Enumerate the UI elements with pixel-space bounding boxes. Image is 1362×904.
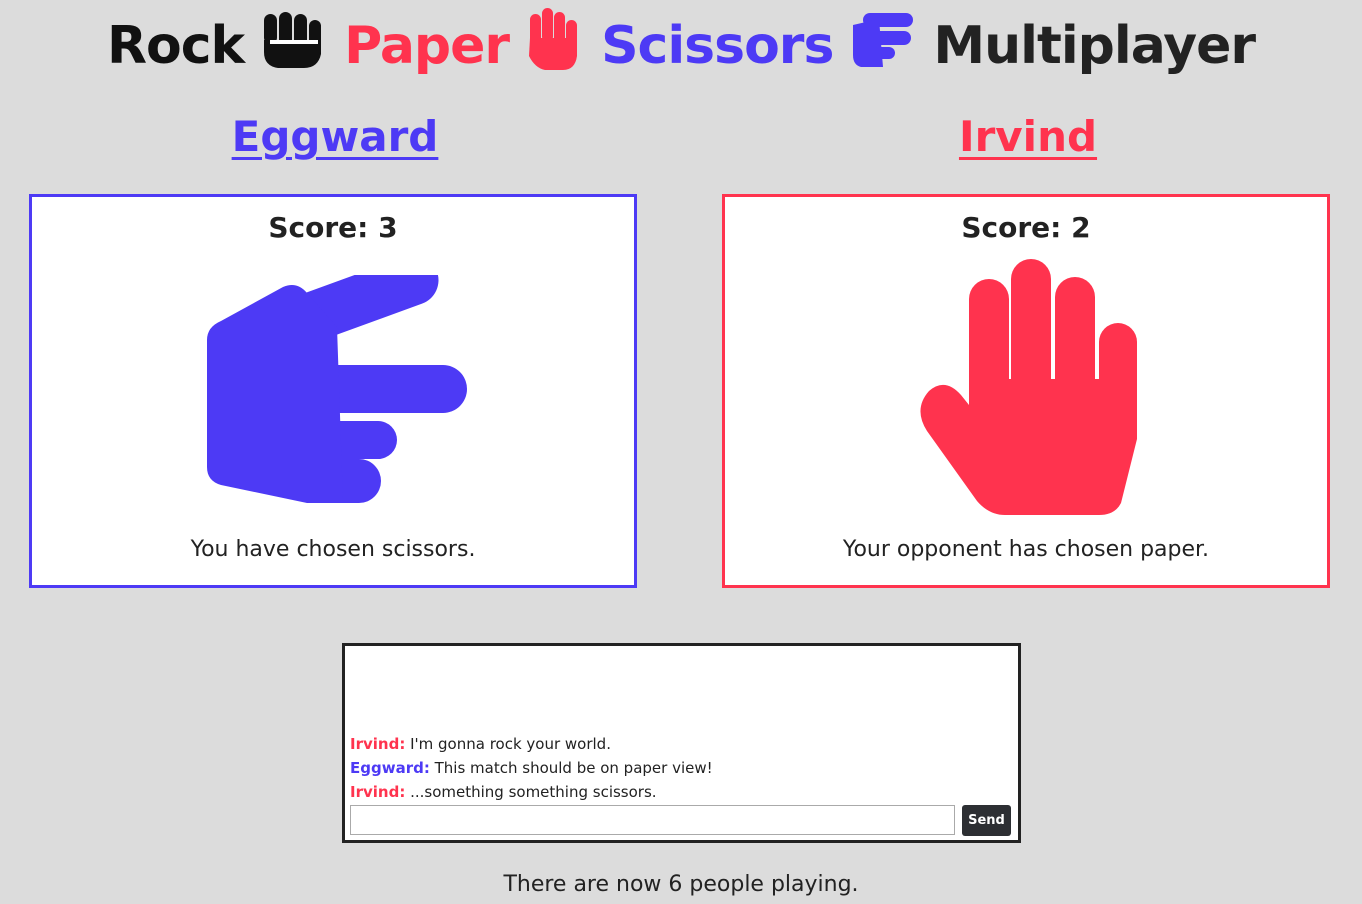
- chat-text: This match should be on paper view!: [434, 759, 713, 777]
- page-title: Rock Paper Scissors Multiplayer: [0, 7, 1362, 85]
- chat-text: ...something something scissors.: [410, 783, 657, 801]
- player-name-1[interactable]: Eggward: [29, 112, 641, 161]
- chat-author: Irvind:: [350, 735, 406, 753]
- choice-text: Your opponent has chosen paper.: [842, 537, 1210, 562]
- choice-text: You have chosen scissors.: [190, 537, 476, 562]
- chat-author: Irvind:: [350, 783, 406, 801]
- chat-text: I'm gonna rock your world.: [410, 735, 611, 753]
- chat-message: Irvind: ...something something scissors.: [350, 780, 713, 804]
- score-label: Score: 3: [268, 211, 398, 244]
- score-label: Score: 2: [961, 211, 1091, 244]
- chat-author: Eggward:: [350, 759, 430, 777]
- chat-input[interactable]: [350, 805, 955, 835]
- title-scissors: Scissors: [601, 16, 834, 76]
- scissors-hand-icon: [849, 11, 915, 82]
- chat-message: Irvind: I'm gonna rock your world.: [350, 732, 713, 756]
- players-online-status: There are now 6 people playing.: [503, 872, 859, 897]
- send-button[interactable]: Send: [962, 805, 1011, 836]
- title-multiplayer: Multiplayer: [933, 16, 1256, 76]
- player-card-1: Score: 3 You have chosen scissors.: [29, 194, 637, 588]
- chat-box: Irvind: I'm gonna rock your world. Eggwa…: [342, 643, 1021, 843]
- fist-icon: [260, 10, 326, 83]
- player-card-2: Score: 2 Your opponent has chosen paper.: [722, 194, 1330, 588]
- chat-message: Eggward: This match should be on paper v…: [350, 756, 713, 780]
- scissors-hand-icon: [207, 275, 467, 503]
- open-hand-icon: [525, 7, 583, 85]
- title-rock: Rock: [106, 16, 245, 76]
- title-paper: Paper: [344, 16, 510, 76]
- chat-messages: Irvind: I'm gonna rock your world. Eggwa…: [350, 732, 713, 804]
- player-name-2[interactable]: Irvind: [722, 112, 1334, 161]
